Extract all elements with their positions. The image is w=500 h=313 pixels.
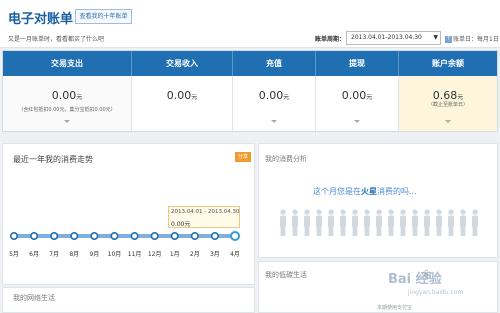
data-point-9[interactable] [170,232,179,241]
paw-icon: ❀ [421,268,432,283]
data-point-12[interactable] [230,231,240,241]
recharge-amount: 0.00元 [258,89,290,102]
bill-page: 电子对账单 查看我的十年账单 又是一月账单时，看看都买了什么吧 账单周期： 20… [0,0,500,313]
spending-analysis-panel: 我的消费分析 这个月您是在火星消费的吗... [258,143,498,258]
data-point-2[interactable] [30,232,39,241]
x-tick-label: 2月 [190,251,200,258]
data-point-1[interactable] [10,232,19,241]
person-icon [460,209,466,236]
person-icon [304,209,310,236]
data-point-3[interactable] [50,232,59,241]
person-icon [292,209,298,236]
expense-amount: 0.00元 [51,89,83,102]
person-icon [316,209,322,236]
watermark: Bai 经验 ❀ jingyan.baidu.com [388,268,498,302]
summary-table: 交易支出 交易收入 充值 提现 账户余额 0.00元 （含红包抵扣0.00元，集… [2,50,498,132]
summary-header-income: 交易收入 [132,51,233,76]
x-tick-label: 5月 [9,251,19,258]
person-icon [412,209,418,236]
summary-cell-income[interactable]: 0.00元 [132,76,233,131]
data-point-4[interactable] [70,232,79,241]
expand-caret-icon[interactable] [271,120,277,123]
page-title: 电子对账单 [8,12,74,27]
person-icon [280,209,286,236]
x-tick-label: 11月 [128,251,142,258]
summary-header-row: 交易支出 交易收入 充值 提现 账户余额 [3,51,497,76]
person-icon [436,209,442,236]
summary-header-balance: 账户余额 [432,59,464,68]
person-icon [448,209,454,236]
summary-cell-withdraw[interactable]: 0.00元 [316,76,399,131]
watermark-brand: Bai 经验 [388,272,442,287]
bill-day-info: ? 账单日：每月1日 [445,34,499,43]
summary-cell-balance[interactable]: 0.68元 （截止至账单日） [399,76,497,131]
sub-header: 又是一月账单时，看看都买了什么吧 账单周期： 2013.04.01-2013.0… [0,30,500,48]
x-tick-label: 10月 [108,251,122,258]
network-life-panel: 我的网络生活 [2,287,255,313]
x-tick-label: 7月 [49,251,59,258]
bill-tip: 又是一月账单时，看看都买了什么吧 [8,36,105,43]
network-life-title: 我的网络生活 [13,294,55,302]
low-carbon-title: 我的低碳生活 [265,271,307,279]
spending-question: 这个月您是在火星消费的吗... [313,187,417,196]
person-icon [400,209,406,236]
bill-day-text: 账单日：每月1日 [453,36,499,43]
summary-header-expense: 交易支出 [3,51,132,76]
watermark-url: jingyan.baidu.com [408,289,464,296]
person-icon [472,209,478,236]
tooltip-date: 2013.04.01 - 2013.04.30 [171,209,240,215]
summary-cell-expense[interactable]: 0.00元 （含红包抵扣0.00元，集分宝抵扣0.00元） [3,76,132,131]
summary-cell-recharge[interactable]: 0.00元 [233,76,316,131]
income-amount: 0.00元 [166,89,198,102]
ten-year-bill-button[interactable]: 查看我的十年账单 [75,9,132,24]
chevron-down-icon: ▼ [433,34,438,41]
person-icon [424,209,430,236]
period-value: 2013.04.01-2013.04.30 [351,34,422,41]
people-silhouettes [280,209,478,236]
x-tick-label: 8月 [69,251,79,258]
period-label: 账单周期： [315,36,346,43]
withdraw-amount: 0.00元 [341,89,373,102]
x-tick-label: 3月 [210,251,220,258]
chart-tooltip: 2013.04.01 - 2013.04.30 0.00元 [168,206,240,228]
data-point-6[interactable] [110,232,119,241]
low-carbon-footer: 本期使用支付宝 [377,305,413,311]
balance-note: （截止至账单日） [427,102,468,108]
expand-caret-icon[interactable] [354,120,360,123]
top-header: 电子对账单 查看我的十年账单 [0,0,500,30]
tooltip-value: 0.00元 [171,221,191,228]
person-icon [364,209,370,236]
period-select[interactable]: 2013.04.01-2013.04.30 ▼ [346,31,441,45]
expense-note: （含红包抵扣0.00元，集分宝抵扣0.00元） [18,107,116,113]
person-icon [328,209,334,236]
expand-caret-icon[interactable] [64,120,70,123]
data-point-7[interactable] [130,232,139,241]
person-icon [376,209,382,236]
data-point-5[interactable] [90,232,99,241]
data-point-8[interactable] [150,232,159,241]
data-point-10[interactable] [190,232,199,241]
spending-analysis-title: 我的消费分析 [265,155,307,163]
person-icon [388,209,394,236]
x-tick-label: 4月 [230,251,240,258]
x-tick-label: 6月 [29,251,39,258]
expand-caret-icon[interactable] [445,120,451,123]
summary-values-row: 0.00元 （含红包抵扣0.00元，集分宝抵扣0.00元） 0.00元 0.00… [3,76,497,131]
x-tick-label: 12月 [148,251,162,258]
x-tick-label: 1月 [170,251,180,258]
summary-header-recharge: 充值 [233,51,316,76]
data-point-11[interactable] [210,232,219,241]
person-icon [340,209,346,236]
x-tick-label: 9月 [89,251,99,258]
person-icon [352,209,358,236]
question-icon[interactable]: ? [445,36,452,43]
summary-header-withdraw: 提现 [316,51,399,76]
